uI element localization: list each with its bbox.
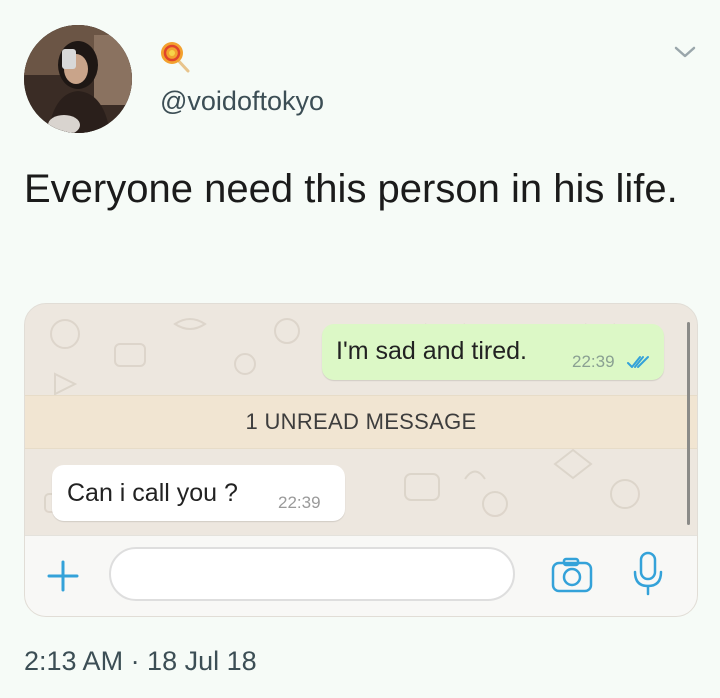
profile-avatar[interactable] [24,25,132,133]
outgoing-message-bubble[interactable]: I'm sad and tired. 22:39 [322,324,664,380]
incoming-message-text: Can i call you ? [67,479,238,507]
unread-banner: 1 UNREAD MESSAGE [25,395,697,449]
lollipop-emoji-icon [158,40,192,74]
outgoing-message-time: 22:39 [572,352,615,371]
user-handle[interactable]: @voidoftokyo [160,86,324,117]
message-composer [25,535,697,616]
microphone-icon[interactable] [631,550,665,598]
tweet-text: Everyone need this person in his life. [24,167,678,211]
tweet-timestamp[interactable]: 2:13 AM · 18 Jul 18 [24,646,257,677]
message-input[interactable] [109,547,515,601]
unread-banner-label: 1 UNREAD MESSAGE [245,409,477,434]
chat-screenshot: I'm sad and tired. 22:39 1 UNREAD MESSAG… [24,303,698,617]
outgoing-message-text: I'm sad and tired. [336,337,527,365]
incoming-message-time: 22:39 [278,493,321,512]
double-check-icon [627,356,649,368]
chevron-down-icon[interactable] [672,42,698,62]
chat-scrollbar[interactable] [687,322,690,525]
plus-icon[interactable] [45,558,81,594]
camera-icon[interactable] [550,556,594,594]
incoming-message-bubble[interactable]: Can i call you ? 22:39 [52,465,345,521]
